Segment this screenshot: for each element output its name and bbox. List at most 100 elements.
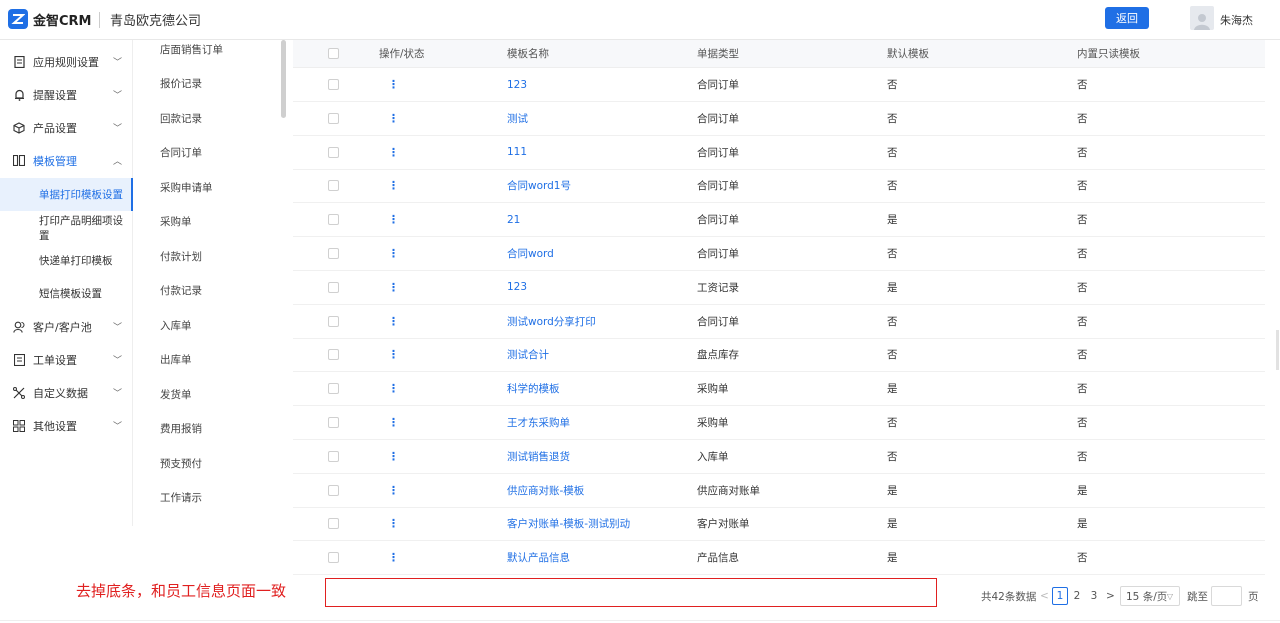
more-actions-icon[interactable]: ⋮ bbox=[388, 169, 399, 202]
doc-type-item[interactable]: 入库单 bbox=[160, 318, 192, 333]
more-actions-icon[interactable]: ⋮ bbox=[388, 102, 399, 135]
row-checkbox[interactable] bbox=[328, 305, 339, 338]
table-row[interactable]: ⋮ 测试word分享打印 合同订单 否 否 bbox=[293, 305, 1265, 339]
template-name-link[interactable]: 测试销售退货 bbox=[507, 440, 570, 473]
template-name-link[interactable]: 测试word分享打印 bbox=[507, 305, 596, 338]
table-row[interactable]: ⋮ 123 工资记录 是 否 bbox=[293, 271, 1265, 305]
table-row[interactable]: ⋮ 默认产品信息 产品信息 是 否 bbox=[293, 541, 1265, 576]
sidebar-item-products[interactable]: 产品设置 ﹀ bbox=[0, 111, 133, 144]
pagination-prev[interactable]: < bbox=[1040, 587, 1049, 605]
template-name-link[interactable]: 供应商对账-模板 bbox=[507, 474, 584, 507]
table-row[interactable]: ⋮ 123 合同订单 否 否 bbox=[293, 68, 1265, 102]
row-checkbox[interactable] bbox=[328, 338, 339, 371]
table-row[interactable]: ⋮ 21 合同订单 是 否 bbox=[293, 203, 1265, 238]
template-name-link[interactable]: 合同word bbox=[507, 237, 554, 270]
table-row[interactable]: ⋮ 客户对账单-模板-测试别动 客户对账单 是 是 bbox=[293, 507, 1265, 542]
more-actions-icon[interactable]: ⋮ bbox=[388, 406, 399, 439]
sidebar-item-tickets[interactable]: 工单设置 ﹀ bbox=[0, 343, 133, 376]
doc-type-item[interactable]: 费用报销 bbox=[160, 421, 202, 436]
doc-type-item[interactable]: 合同订单 bbox=[160, 145, 202, 160]
page-size-select[interactable]: 15 条/页 ▽ bbox=[1120, 586, 1180, 606]
doc-type-item[interactable]: 预支预付 bbox=[160, 456, 202, 471]
doc-type-item[interactable]: 采购单 bbox=[160, 214, 192, 229]
sidebar-item-custom-data[interactable]: 自定义数据 ﹀ bbox=[0, 376, 133, 409]
table-row[interactable]: ⋮ 111 合同订单 否 否 bbox=[293, 136, 1265, 170]
page-scrollbar[interactable] bbox=[1276, 330, 1279, 370]
row-checkbox[interactable] bbox=[328, 271, 339, 304]
template-name-link[interactable]: 21 bbox=[507, 203, 520, 236]
more-actions-icon[interactable]: ⋮ bbox=[388, 271, 399, 304]
row-checkbox[interactable] bbox=[328, 237, 339, 270]
sidebar-item-customers[interactable]: 客户/客户池 ﹀ bbox=[0, 310, 133, 343]
doc-type-item[interactable]: 出库单 bbox=[160, 352, 192, 367]
template-name-link[interactable]: 客户对账单-模板-测试别动 bbox=[507, 507, 630, 540]
row-checkbox[interactable] bbox=[328, 68, 339, 101]
template-name-link[interactable]: 123 bbox=[507, 271, 527, 304]
doc-type-item[interactable]: 工作请示 bbox=[160, 490, 202, 505]
more-actions-icon[interactable]: ⋮ bbox=[388, 372, 399, 405]
row-checkbox[interactable] bbox=[328, 372, 339, 405]
doc-type-item[interactable]: 店面销售订单 bbox=[160, 42, 223, 57]
table-row[interactable]: ⋮ 测试 合同订单 否 否 bbox=[293, 102, 1265, 136]
row-checkbox[interactable] bbox=[328, 203, 339, 236]
table-row[interactable]: ⋮ 王才东采购单 采购单 否 否 bbox=[293, 406, 1265, 440]
more-actions-icon[interactable]: ⋮ bbox=[388, 68, 399, 101]
table-row[interactable]: ⋮ 科学的模板 采购单 是 否 bbox=[293, 372, 1265, 407]
table-row[interactable]: ⋮ 测试销售退货 入库单 否 否 bbox=[293, 440, 1265, 474]
more-actions-icon[interactable]: ⋮ bbox=[388, 541, 399, 574]
pagination-page-3[interactable]: 3 bbox=[1086, 587, 1102, 605]
table-row[interactable]: ⋮ 合同word 合同订单 否 否 bbox=[293, 237, 1265, 271]
row-checkbox[interactable] bbox=[328, 406, 339, 439]
more-actions-icon[interactable]: ⋮ bbox=[388, 237, 399, 270]
doc-type-item[interactable]: 报价记录 bbox=[160, 76, 202, 91]
sidebar-subitem-express-template[interactable]: 快递单打印模板 bbox=[0, 244, 133, 277]
more-actions-icon[interactable]: ⋮ bbox=[388, 338, 399, 371]
sidebar-item-app-rules[interactable]: 应用规则设置 ﹀ bbox=[0, 45, 133, 78]
pagination-page-2[interactable]: 2 bbox=[1069, 587, 1085, 605]
sidebar-item-reminders[interactable]: 提醒设置 ﹀ bbox=[0, 78, 133, 111]
avatar[interactable] bbox=[1190, 6, 1214, 30]
template-name-link[interactable]: 111 bbox=[507, 136, 527, 169]
more-actions-icon[interactable]: ⋮ bbox=[388, 305, 399, 338]
template-name-link[interactable]: 123 bbox=[507, 68, 527, 101]
table-row[interactable]: ⋮ 合同word1号 合同订单 否 否 bbox=[293, 169, 1265, 204]
template-name-link[interactable]: 合同word1号 bbox=[507, 169, 571, 202]
doc-type-item[interactable]: 付款计划 bbox=[160, 249, 202, 264]
annotation-highlight-box bbox=[325, 578, 937, 607]
row-checkbox[interactable] bbox=[328, 474, 339, 507]
row-checkbox[interactable] bbox=[328, 440, 339, 473]
template-name-link[interactable]: 测试 bbox=[507, 102, 528, 135]
pagination-page-1[interactable]: 1 bbox=[1052, 587, 1068, 605]
doc-type-item[interactable]: 发货单 bbox=[160, 387, 192, 402]
template-name-link[interactable]: 科学的模板 bbox=[507, 372, 560, 405]
sidebar-item-templates[interactable]: 模板管理 ︿ bbox=[0, 144, 133, 177]
more-actions-icon[interactable]: ⋮ bbox=[388, 136, 399, 169]
template-name-link[interactable]: 王才东采购单 bbox=[507, 406, 570, 439]
goto-page-input[interactable] bbox=[1211, 586, 1242, 606]
back-button[interactable]: 返回 bbox=[1105, 7, 1149, 29]
sidebar-subitem-print-templates[interactable]: 单据打印模板设置 bbox=[0, 178, 133, 211]
more-actions-icon[interactable]: ⋮ bbox=[388, 474, 399, 507]
template-name-link[interactable]: 测试合计 bbox=[507, 338, 549, 371]
row-checkbox[interactable] bbox=[328, 102, 339, 135]
doc-list-scrollbar[interactable] bbox=[281, 40, 286, 118]
username[interactable]: 朱海杰 bbox=[1220, 12, 1253, 28]
table-row[interactable]: ⋮ 供应商对账-模板 供应商对账单 是 是 bbox=[293, 474, 1265, 508]
doc-type-item[interactable]: 回款记录 bbox=[160, 111, 202, 126]
doc-type-item[interactable]: 付款记录 bbox=[160, 283, 202, 298]
row-checkbox[interactable] bbox=[328, 541, 339, 574]
sidebar-item-other-settings[interactable]: 其他设置 ﹀ bbox=[0, 409, 133, 442]
sidebar-subitem-product-detail[interactable]: 打印产品明细项设置 bbox=[0, 211, 133, 244]
more-actions-icon[interactable]: ⋮ bbox=[388, 440, 399, 473]
pagination-next[interactable]: > bbox=[1106, 587, 1115, 605]
row-checkbox[interactable] bbox=[328, 169, 339, 202]
sidebar-subitem-sms-template[interactable]: 短信模板设置 bbox=[0, 277, 133, 310]
more-actions-icon[interactable]: ⋮ bbox=[388, 507, 399, 540]
table-row[interactable]: ⋮ 测试合计 盘点库存 否 否 bbox=[293, 338, 1265, 373]
select-all-checkbox[interactable] bbox=[328, 40, 339, 67]
row-checkbox[interactable] bbox=[328, 136, 339, 169]
row-checkbox[interactable] bbox=[328, 507, 339, 540]
template-name-link[interactable]: 默认产品信息 bbox=[507, 541, 570, 574]
more-actions-icon[interactable]: ⋮ bbox=[388, 203, 399, 236]
doc-type-item[interactable]: 采购申请单 bbox=[160, 180, 213, 195]
